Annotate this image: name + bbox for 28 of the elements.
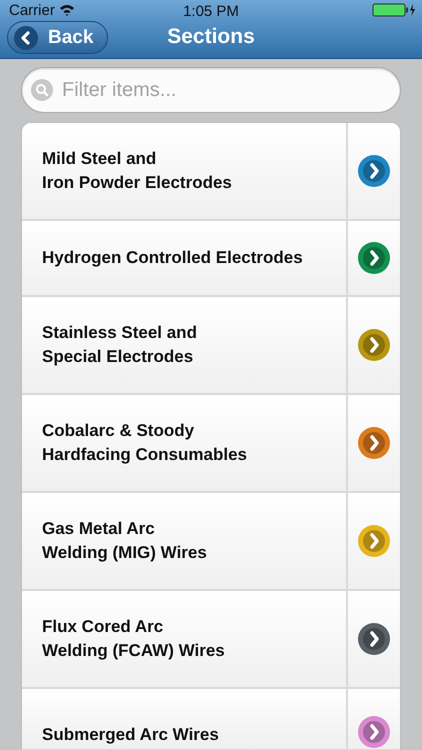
- section-row[interactable]: Cobalarc & Stoody Hardfacing Consumables: [22, 395, 400, 493]
- section-row[interactable]: Submerged Arc Wires: [22, 689, 400, 750]
- section-label: Gas Metal Arc Welding (MIG) Wires: [41, 518, 208, 564]
- section-label: Hydrogen Controlled Electrodes: [41, 247, 304, 269]
- screen-title: Sections: [167, 25, 255, 49]
- chevron-right-icon[interactable]: [357, 241, 391, 275]
- section-label: Cobalarc & Stoody Hardfacing Consumables: [41, 420, 248, 466]
- chevron-right-icon[interactable]: [357, 328, 391, 362]
- chevron-right-icon[interactable]: [357, 154, 391, 188]
- battery-icon: [372, 3, 416, 17]
- section-row[interactable]: Gas Metal Arc Welding (MIG) Wires: [22, 493, 400, 591]
- section-row[interactable]: Hydrogen Controlled Electrodes: [22, 221, 400, 297]
- chevron-right-icon[interactable]: [357, 622, 391, 656]
- search-field[interactable]: Filter items...: [21, 67, 401, 113]
- section-row[interactable]: Stainless Steel and Special Electrodes: [22, 297, 400, 395]
- section-label: Submerged Arc Wires: [41, 724, 220, 746]
- section-row[interactable]: Mild Steel and Iron Powder Electrodes: [22, 123, 400, 221]
- section-label: Mild Steel and Iron Powder Electrodes: [41, 148, 233, 194]
- carrier-label: Carrier: [9, 2, 55, 18]
- chevron-right-icon[interactable]: [357, 426, 391, 460]
- section-label: Flux Cored Arc Welding (FCAW) Wires: [41, 616, 226, 662]
- wifi-icon: [58, 4, 75, 16]
- chevron-right-icon[interactable]: [357, 715, 391, 749]
- status-time: 1:05 PM: [182, 3, 240, 20]
- section-label: Stainless Steel and Special Electrodes: [41, 322, 198, 368]
- section-row[interactable]: Flux Cored Arc Welding (FCAW) Wires: [22, 591, 400, 689]
- back-button[interactable]: Back: [7, 21, 108, 54]
- chevron-left-icon: [14, 26, 38, 50]
